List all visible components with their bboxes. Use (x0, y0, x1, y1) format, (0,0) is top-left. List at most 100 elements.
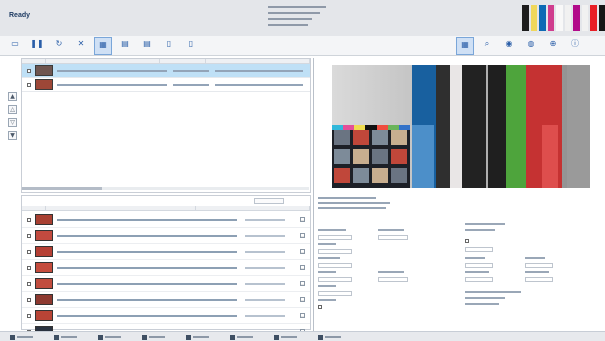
field-label-3 (318, 257, 340, 259)
target-icon: ⊕ (549, 39, 557, 48)
preview-photo (353, 130, 369, 145)
output-row[interactable]: ⋯ (22, 260, 310, 276)
output-row[interactable]: ⋯ (22, 212, 310, 228)
field-1[interactable] (318, 235, 352, 240)
row-checkbox[interactable] (27, 281, 31, 286)
taskbar-item-8[interactable] (318, 334, 342, 340)
row-menu-icon[interactable]: ⋯ (300, 265, 305, 270)
taskbar-label-placeholder (325, 336, 341, 338)
toolbar-button-3[interactable]: ↻ (50, 37, 68, 55)
row-menu-icon[interactable]: ⋯ (300, 217, 305, 222)
field-7[interactable] (378, 235, 408, 240)
preview-photo (391, 149, 407, 164)
taskbar (0, 331, 605, 341)
toolbar-button-right-5[interactable]: ⊕ (544, 37, 562, 55)
rail-button-1[interactable]: ▲ (8, 92, 17, 101)
row-checkbox[interactable] (27, 297, 31, 302)
field-label-2 (318, 243, 336, 245)
scrollbar-thumb[interactable] (22, 187, 102, 190)
job-col-name (46, 59, 160, 63)
taskbar-label-placeholder (105, 336, 121, 338)
toolbar-button-8[interactable]: ▯ (160, 37, 178, 55)
taskbar-item-6[interactable] (230, 334, 254, 340)
taskbar-item-7[interactable] (274, 334, 298, 340)
row-menu-icon[interactable]: ⋯ (300, 249, 305, 254)
field-15[interactable] (525, 277, 553, 282)
output-row[interactable]: ⋯ (22, 244, 310, 260)
row-checkbox[interactable] (27, 313, 31, 318)
app-icon (10, 334, 15, 340)
field-3[interactable] (318, 263, 352, 268)
toolbar-button-right-1[interactable]: ▦ (456, 37, 474, 55)
status-lines (268, 6, 328, 32)
taskbar-item-3[interactable] (98, 334, 122, 340)
field-14[interactable] (465, 277, 493, 282)
preview-photo (372, 130, 388, 145)
header-swatch-3 (539, 5, 546, 31)
toolbar-button-2[interactable]: ❚❚ (28, 37, 46, 55)
header-swatch-7 (573, 5, 580, 31)
row-checkbox[interactable] (27, 82, 31, 87)
taskbar-item-5[interactable] (186, 334, 210, 340)
field-11[interactable] (465, 247, 493, 252)
row-menu-icon[interactable]: ⋯ (300, 313, 305, 318)
field-12[interactable] (465, 263, 493, 268)
horizontal-scrollbar[interactable] (22, 187, 309, 190)
preview-color-bar (506, 65, 526, 188)
save-icon: ▭ (11, 39, 19, 48)
row-menu-icon[interactable]: ⋯ (300, 297, 305, 302)
row-menu-icon[interactable]: ⋯ (300, 281, 305, 286)
toolbar-button-4[interactable]: ✕ (72, 37, 90, 55)
document-icon (142, 334, 147, 340)
checkbox-1[interactable] (318, 305, 322, 309)
checkbox-2[interactable] (465, 239, 469, 243)
zoom-icon: ⌕ (484, 39, 490, 48)
output-row[interactable]: ⋯ (22, 276, 310, 292)
toolbar-button-6[interactable]: ▤ (116, 37, 134, 55)
toolbar-button-right-4[interactable]: ◍ (522, 37, 540, 55)
toolbar-button-right-2[interactable]: ⌕ (478, 37, 496, 55)
row-checkbox[interactable] (27, 217, 31, 222)
row-checkbox[interactable] (27, 249, 31, 254)
output-row[interactable]: ⋯ (22, 228, 310, 244)
rail-button-4[interactable]: ▼ (8, 131, 17, 140)
taskbar-item-1[interactable] (10, 334, 34, 340)
field-label-15 (465, 291, 521, 293)
field-13[interactable] (525, 263, 553, 268)
toolbar-button-7[interactable]: ▤ (138, 37, 156, 55)
job-row[interactable] (22, 78, 310, 92)
outputs-col-details (196, 206, 310, 210)
output-detail-placeholder (245, 282, 285, 285)
row-checkbox[interactable] (27, 233, 31, 238)
document-icon: ▯ (188, 39, 194, 48)
toolbar-button-1[interactable]: ▭ (6, 37, 24, 55)
field-4[interactable] (318, 277, 352, 282)
output-row[interactable]: ⋯ (22, 308, 310, 324)
field-8[interactable] (378, 277, 408, 282)
taskbar-item-2[interactable] (54, 334, 78, 340)
outputs-filter-select[interactable] (254, 198, 284, 204)
job-status-placeholder (173, 69, 209, 72)
taskbar-item-4[interactable] (142, 334, 166, 340)
field-2[interactable] (318, 249, 352, 254)
down-icon: ▽ (10, 119, 15, 126)
preview-photo (334, 130, 350, 145)
rail-button-3[interactable]: ▽ (8, 118, 17, 127)
toolbar-button-9[interactable]: ▯ (182, 37, 200, 55)
status-line-3 (268, 18, 312, 20)
field-label-11 (465, 257, 485, 259)
job-row[interactable] (22, 64, 310, 78)
toolbar-button-right-3[interactable]: ◉ (500, 37, 518, 55)
output-row[interactable]: ⋯ (22, 292, 310, 308)
output-name-placeholder (57, 314, 237, 317)
output-name-placeholder (57, 250, 237, 253)
field-label-7 (378, 229, 404, 231)
toolbar-button-right-6[interactable]: ⓘ (566, 37, 584, 55)
field-5[interactable] (318, 291, 352, 296)
row-checkbox[interactable] (27, 265, 31, 270)
rail-button-2[interactable]: △ (8, 105, 17, 114)
row-checkbox[interactable] (27, 68, 31, 73)
row-menu-icon[interactable]: ⋯ (300, 233, 305, 238)
taskbar-label-placeholder (149, 336, 165, 338)
toolbar-button-5[interactable]: ▦ (94, 37, 112, 55)
